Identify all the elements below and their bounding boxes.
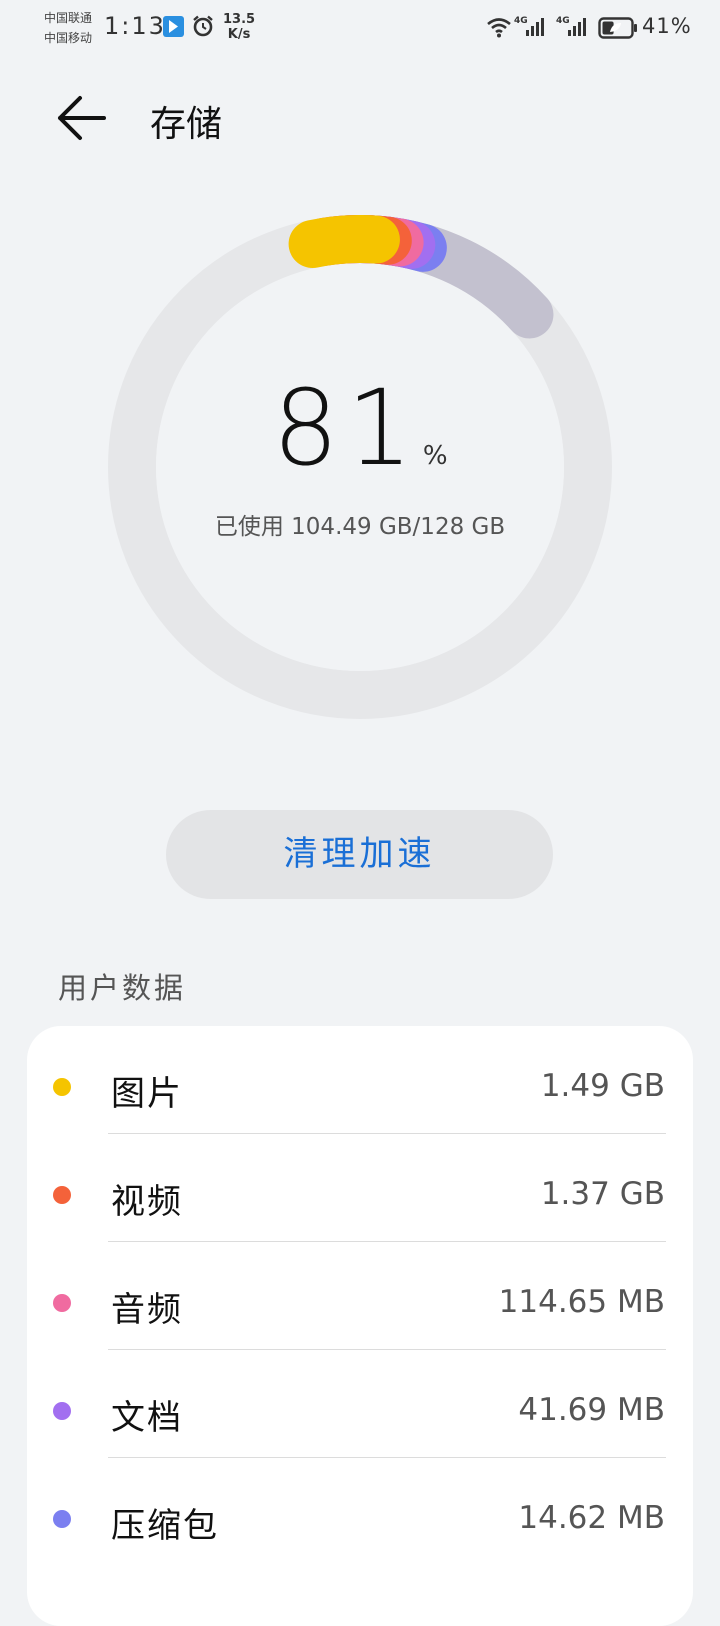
usage-percent-sign: % (422, 441, 448, 471)
clock: 1:13 (104, 12, 166, 40)
network-type-2: 4G (556, 16, 570, 26)
list-item-size: 14.62 MB (518, 1500, 665, 1536)
back-arrow-icon (58, 96, 106, 140)
clean-speedup-button[interactable]: 清理加速 (166, 810, 553, 899)
battery-percent: 41% (642, 14, 692, 38)
storage-ring: 81% 已使用 104.49 GB/128 GB (108, 215, 612, 719)
usage-percent: 81% (108, 367, 612, 489)
alarm-icon (193, 15, 213, 37)
list-item-size: 41.69 MB (518, 1392, 665, 1428)
signal-icon-2: 4G (556, 16, 586, 36)
list-item-archives[interactable]: 压缩包 14.62 MB (27, 1458, 693, 1566)
speed-value: 13.5 (223, 12, 256, 27)
page-title: 存储 (150, 104, 223, 145)
list-item-audio[interactable]: 音频 114.65 MB (27, 1242, 693, 1350)
color-dot (53, 1078, 71, 1096)
section-title-user-data: 用户数据 (58, 971, 187, 1005)
status-bar: 中国联通 中国移动 1:13 13.5 K/s 4G 4G 41% (0, 0, 720, 56)
network-type-1: 4G (514, 16, 528, 26)
list-item-label: 视频 (111, 1182, 183, 1222)
list-item-size: 114.65 MB (498, 1284, 665, 1320)
list-item-label: 压缩包 (111, 1506, 219, 1546)
wifi-icon (487, 18, 511, 38)
battery-icon (598, 17, 637, 39)
color-dot (53, 1510, 71, 1528)
list-item-label: 音频 (111, 1290, 183, 1330)
used-storage-text: 已使用 104.49 GB/128 GB (214, 514, 506, 540)
carrier-1: 中国联通 (44, 11, 93, 25)
list-item-images[interactable]: 图片 1.49 GB (27, 1026, 693, 1134)
color-dot (53, 1186, 71, 1204)
color-dot (53, 1294, 71, 1312)
back-button[interactable] (52, 92, 112, 144)
usage-percent-value: 81 (272, 367, 421, 489)
signal-icon-1: 4G (514, 16, 544, 36)
app-notification-icon (163, 16, 184, 37)
list-item-size: 1.49 GB (540, 1068, 665, 1104)
list-item-documents[interactable]: 文档 41.69 MB (27, 1350, 693, 1458)
network-speed: 13.5 K/s (223, 12, 255, 42)
carrier-2: 中国移动 (44, 31, 93, 45)
color-dot (53, 1402, 71, 1420)
list-item-label: 图片 (111, 1074, 183, 1114)
list-item-label: 文档 (111, 1398, 183, 1438)
list-item-videos[interactable]: 视频 1.37 GB (27, 1134, 693, 1242)
list-item-size: 1.37 GB (540, 1176, 665, 1212)
speed-unit: K/s (227, 27, 251, 42)
user-data-list: 图片 1.49 GB 视频 1.37 GB 音频 114.65 MB 文档 41… (27, 1026, 693, 1626)
carrier-info: 中国联通 中国移动 (44, 8, 92, 48)
